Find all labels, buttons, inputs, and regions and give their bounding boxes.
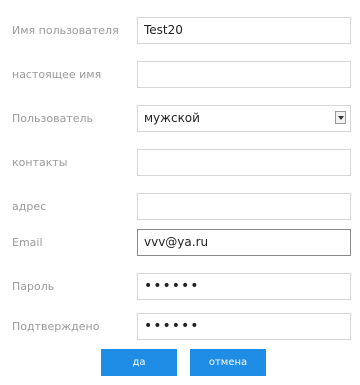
cancel-button[interactable]: отмена [190,349,266,376]
row-confirm-password: Подтверждено •••••• [0,305,360,349]
chevron-down-icon[interactable] [335,111,346,124]
real-name-input[interactable] [137,61,351,88]
confirm-password-input[interactable]: •••••• [137,313,351,340]
username-label: Имя пользователя [12,24,119,37]
real-name-label: настоящее имя [12,68,102,81]
gender-label: Пользователь [12,112,94,125]
row-gender: Пользователь мужской [0,97,360,141]
password-label: Пароль [12,280,55,293]
username-input[interactable]: Test20 [137,17,351,44]
confirm-password-label: Подтверждено [12,320,100,333]
contacts-label: контакты [12,156,68,169]
row-email: Email vvv@ya.ru [0,221,360,265]
row-real-name: настоящее имя [0,53,360,97]
row-password: Пароль •••••• [0,265,360,309]
user-form: Имя пользователя Test20 настоящее имя По… [0,0,360,385]
password-input[interactable]: •••••• [137,273,351,300]
email-label: Email [12,236,43,249]
ok-button[interactable]: да [101,349,177,376]
gender-select-value: мужской [144,111,200,125]
contacts-input[interactable] [137,149,351,176]
address-input[interactable] [137,193,351,220]
row-username: Имя пользователя Test20 [0,9,360,53]
gender-select[interactable]: мужской [137,105,351,132]
row-contacts: контакты [0,141,360,185]
email-input[interactable]: vvv@ya.ru [137,229,351,256]
